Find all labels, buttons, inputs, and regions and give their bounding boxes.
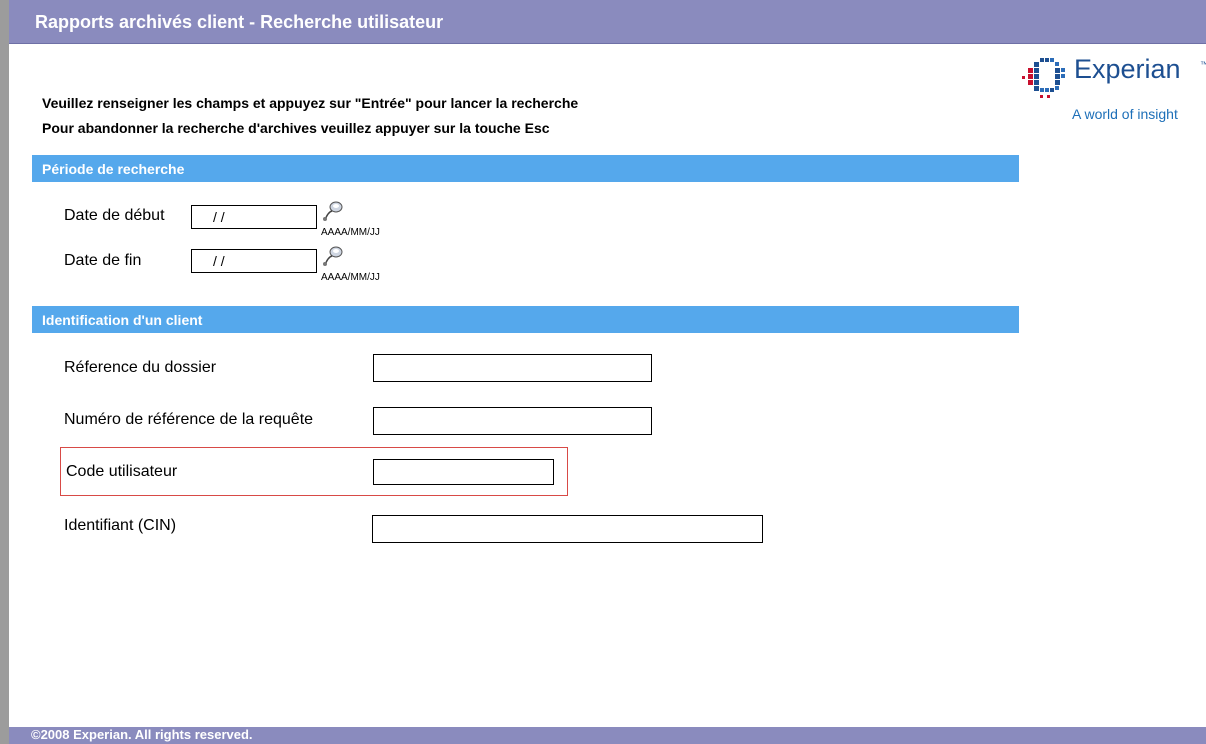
request-reference-label: Numéro de référence de la requête bbox=[64, 411, 314, 428]
experian-logo-mark-icon bbox=[1022, 58, 1065, 98]
window-title: Rapports archivés client - Recherche uti… bbox=[35, 12, 444, 32]
trademark-symbol: ™ bbox=[1200, 60, 1206, 69]
period-section-header: Période de recherche bbox=[32, 155, 1019, 182]
client-section-title: Identification d'un client bbox=[42, 312, 203, 328]
experian-logo: Experian ™ A world of insight bbox=[1020, 54, 1206, 124]
request-reference-input[interactable] bbox=[373, 407, 652, 435]
dossier-reference-input[interactable] bbox=[373, 354, 652, 382]
period-section-title: Période de recherche bbox=[42, 161, 185, 177]
experian-wordmark: Experian bbox=[1074, 54, 1181, 84]
start-date-label: Date de début bbox=[64, 207, 165, 224]
copyright-text: ©2008 Experian. All rights reserved. bbox=[31, 727, 253, 742]
instruction-line-2: Pour abandonner la recherche d'archives … bbox=[42, 120, 550, 136]
instruction-line-1: Veuillez renseigner les champs et appuye… bbox=[42, 95, 579, 111]
start-date-input[interactable]: / / bbox=[191, 205, 317, 229]
cin-input[interactable] bbox=[372, 515, 763, 543]
calendar-icon[interactable] bbox=[322, 200, 344, 222]
dossier-reference-label: Réference du dossier bbox=[64, 359, 217, 376]
start-date-format-hint: AAAA/MM/JJ bbox=[321, 227, 380, 238]
calendar-icon[interactable] bbox=[322, 245, 344, 267]
end-date-format-hint: AAAA/MM/JJ bbox=[321, 272, 380, 283]
end-date-label: Date de fin bbox=[64, 252, 142, 269]
footer-bar: ©2008 Experian. All rights reserved. bbox=[9, 727, 1206, 744]
logo-tagline: A world of insight bbox=[1072, 106, 1178, 122]
client-section-header: Identification d'un client bbox=[32, 306, 1019, 333]
user-code-input[interactable] bbox=[373, 459, 554, 485]
left-border bbox=[0, 0, 9, 744]
user-code-label: Code utilisateur bbox=[66, 463, 178, 480]
end-date-input[interactable]: / / bbox=[191, 249, 317, 273]
cin-label: Identifiant (CIN) bbox=[64, 517, 177, 534]
title-bar: Rapports archivés client - Recherche uti… bbox=[9, 0, 1206, 44]
